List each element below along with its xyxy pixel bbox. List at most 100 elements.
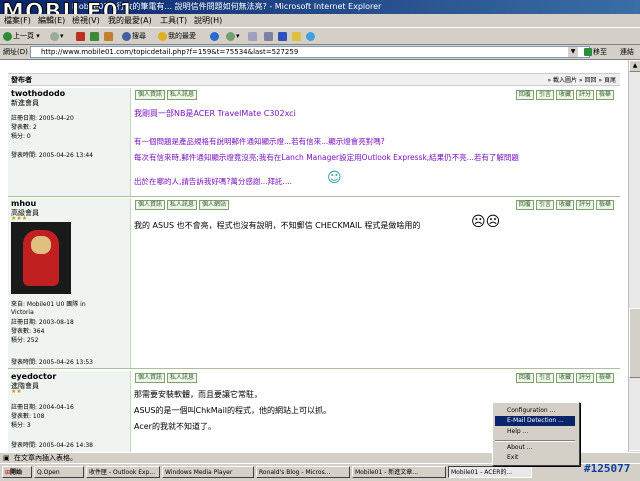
refresh-button[interactable] xyxy=(90,30,100,42)
history-icon xyxy=(226,31,235,41)
media-button[interactable] xyxy=(210,30,220,42)
search-icon xyxy=(122,31,131,41)
menu-file[interactable]: 檔案(F) xyxy=(4,15,31,26)
post-1: twothododo 新進會員 註冊日期: 2005-04-20 發表數: 2 … xyxy=(8,88,620,197)
task-ronalds-blog[interactable]: Ronald's Blog - Micros... xyxy=(256,466,350,478)
watermark-id: #125077 xyxy=(584,462,631,475)
task-mobile01-new[interactable]: Mobile01 - 新進文章... xyxy=(352,466,446,478)
address-bar: 網址(D) http://www.mobile01.com/topicdetai… xyxy=(0,45,640,60)
post-1-rank: 新進會員 xyxy=(11,99,39,107)
post-2-location-2: Victoria xyxy=(11,309,34,316)
post-2-pm-button[interactable]: 私人訊息 xyxy=(167,200,198,210)
history-button[interactable]: ▾ xyxy=(226,30,240,42)
post-3-author-panel: eyedoctor 進階會員 ★★ 註冊日期: 2004-04-16 發表數: … xyxy=(8,371,131,462)
scroll-up-icon[interactable]: ▲ xyxy=(629,60,640,72)
scroll-thumb[interactable] xyxy=(629,308,640,378)
post-2-points: 積分: 252 xyxy=(11,337,39,344)
post-3-username[interactable]: eyedoctor xyxy=(11,372,56,381)
menu-view[interactable]: 檢視(V) xyxy=(72,15,100,26)
task-media-player[interactable]: Windows Media Player xyxy=(162,466,254,478)
post-1-username[interactable]: twothododo xyxy=(11,89,65,98)
post-2-time: 發表時間: 2005-04-26 13:53 xyxy=(11,359,93,366)
star-icon xyxy=(158,31,167,41)
post-2-line-1: 我的 ASUS 也不會亮，程式也沒有說明，不知郵信 CHECKMAIL 程式是做… xyxy=(134,221,421,230)
stop-icon xyxy=(76,31,85,41)
task-outlook[interactable]: 收件匣 - Outlook Exp... xyxy=(86,466,160,478)
post-1-quote-button[interactable]: 引言 xyxy=(535,90,554,100)
post-1-collect-button[interactable]: 收藏 xyxy=(555,90,574,100)
home-button[interactable] xyxy=(104,30,114,42)
post-2-rank-stars-icon: ★★★ xyxy=(11,215,28,222)
menu-edit[interactable]: 編輯(E) xyxy=(38,15,65,26)
task-mobile01-acer[interactable]: Mobile01 - ACER的... xyxy=(448,466,532,478)
post-3-line-1: 那需要安裝軟體，而且要讓它常駐， xyxy=(134,390,262,399)
menu-tools[interactable]: 工具(T) xyxy=(160,15,187,26)
home-icon xyxy=(104,31,113,41)
post-2-rate-button[interactable]: 評分 xyxy=(575,200,594,210)
post-2-reply-button[interactable]: 回覆 xyxy=(515,200,534,210)
folder-button[interactable] xyxy=(292,30,302,42)
vertical-scrollbar[interactable]: ▲ ▼ xyxy=(628,60,640,462)
post-3-reg-date: 註冊日期: 2004-04-16 xyxy=(11,404,74,411)
post-2-quote-button[interactable]: 引言 xyxy=(535,200,554,210)
post-2-username[interactable]: mhou xyxy=(11,199,36,208)
post-3-profile-button[interactable]: 個人資訊 xyxy=(135,373,166,383)
thread-nav-links[interactable]: » 載入圖片 » 回回 » 頁尾 xyxy=(547,75,616,84)
menu-item-help[interactable]: Help ... xyxy=(495,427,575,437)
post-1-report-button[interactable]: 檢舉 xyxy=(595,90,614,100)
address-dropdown-icon[interactable]: ▼ xyxy=(568,47,578,57)
search-button[interactable]: 搜尋 xyxy=(122,30,146,42)
go-arrow-icon xyxy=(584,48,592,56)
post-2-website-button[interactable]: 個人網站 xyxy=(199,200,230,210)
post-1-reply-button[interactable]: 回覆 xyxy=(515,90,534,100)
post-2-profile-button[interactable]: 個人資訊 xyxy=(135,200,166,210)
post-3-pm-button[interactable]: 私人訊息 xyxy=(167,373,198,383)
task-qopen[interactable]: Q.Open xyxy=(34,466,84,478)
post-1-emoticon-icon: ☺ xyxy=(327,170,342,186)
back-button[interactable]: 上一頁 ▾ xyxy=(3,30,40,42)
post-2-collect-button[interactable]: 收藏 xyxy=(555,200,574,210)
refresh-icon xyxy=(90,31,99,41)
post-3-line-3: Acer的我就不知道了。 xyxy=(134,422,216,431)
links-label[interactable]: 連結 xyxy=(620,47,634,57)
menu-help[interactable]: 說明(H) xyxy=(194,15,222,26)
print-button[interactable] xyxy=(264,30,274,42)
post-2-report-button[interactable]: 檢舉 xyxy=(595,200,614,210)
post-2-body: 個人資訊 私人訊息 個人網站 回覆 引言 收藏 評分 檢舉 我的 ASUS 也不會亮，程式也… xyxy=(131,198,620,368)
post-3-rate-button[interactable]: 評分 xyxy=(575,373,594,383)
menu-favorites[interactable]: 我的最愛(A) xyxy=(108,15,152,26)
messenger-button[interactable] xyxy=(306,30,316,42)
menu-item-exit[interactable]: Exit xyxy=(495,453,575,463)
menu-item-about[interactable]: About ... xyxy=(495,443,575,453)
start-button[interactable]: ⊞開始 xyxy=(2,466,32,478)
post-2-emoticon-icon: ☹☹ xyxy=(471,214,501,230)
forward-button[interactable]: ▾ xyxy=(50,30,64,42)
edit-page-button[interactable] xyxy=(278,30,288,42)
favorites-button[interactable]: 我的最愛 xyxy=(158,30,196,42)
author-column-header: 發布者 xyxy=(11,76,32,84)
menu-item-configuration[interactable]: Configuration ... xyxy=(495,406,575,416)
post-1-profile-button[interactable]: 個人資訊 xyxy=(135,90,166,100)
stop-button[interactable] xyxy=(76,30,86,42)
post-3-quote-button[interactable]: 引言 xyxy=(535,373,554,383)
post-3-collect-button[interactable]: 收藏 xyxy=(555,373,574,383)
back-arrow-icon xyxy=(3,31,12,41)
address-input[interactable]: http://www.mobile01.com/topicdetail.php?… xyxy=(30,46,590,58)
post-3-report-button[interactable]: 檢舉 xyxy=(595,373,614,383)
post-2-author-panel: mhou 高級會員 ★★★ 來自: Mobile01 U0 團隊 in Vict… xyxy=(8,198,131,368)
post-1-pm-button[interactable]: 私人訊息 xyxy=(167,90,198,100)
post-2-reg-date: 註冊日期: 2003-08-18 xyxy=(11,319,74,326)
menu-separator xyxy=(495,440,575,442)
go-button[interactable]: 移至 xyxy=(584,46,607,58)
mail-button[interactable] xyxy=(248,30,258,42)
menu-item-email-detection[interactable]: E-Mail Detection ... xyxy=(495,416,575,426)
post-3-reply-button[interactable]: 回覆 xyxy=(515,373,534,383)
post-3-post-count: 發表數: 108 xyxy=(11,413,45,420)
print-icon xyxy=(264,31,273,41)
post-1-rate-button[interactable]: 評分 xyxy=(575,90,594,100)
mail-icon xyxy=(248,31,257,41)
forward-arrow-icon xyxy=(50,31,59,41)
post-1-post-count: 發表數: 2 xyxy=(11,124,37,131)
post-1-reg-date: 註冊日期: 2005-04-20 xyxy=(11,115,74,122)
post-1-line-3: 每次有信來時,郵件通知顯示燈竟沒亮;我有在Lanch Manager設定用Out… xyxy=(134,153,519,162)
